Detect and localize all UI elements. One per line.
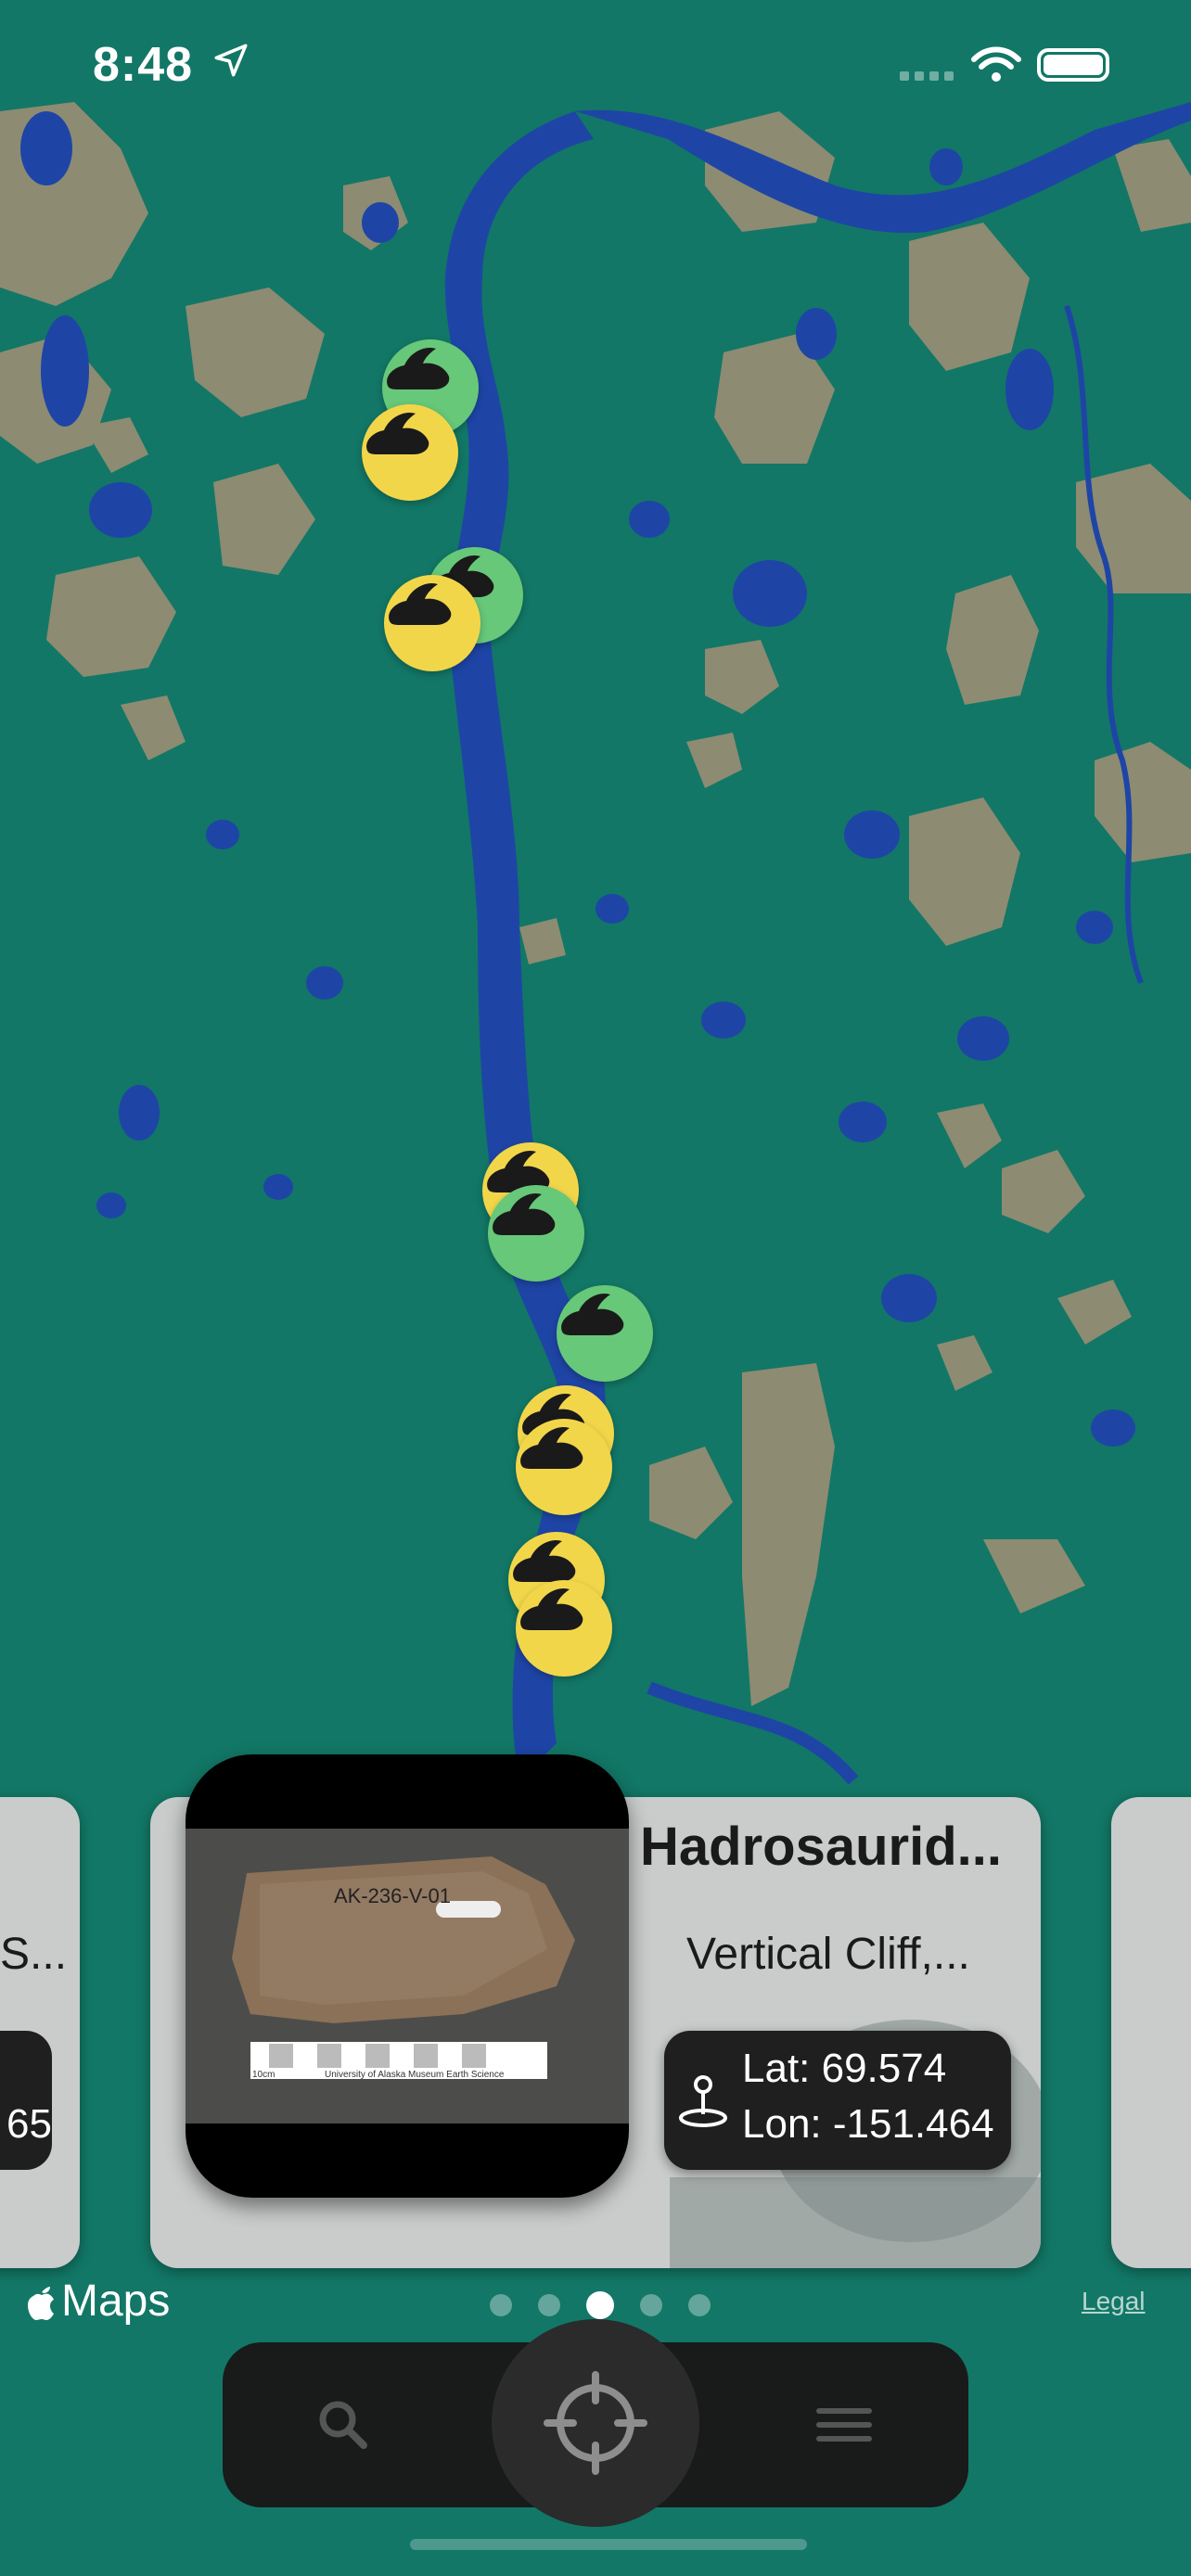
- menu-icon: [816, 2408, 872, 2442]
- specimen-marker[interactable]: [516, 1419, 612, 1515]
- rabbit-icon: [513, 1539, 576, 1582]
- previous-card-coordinates: 65: [0, 2031, 52, 2170]
- status-time: 8:48: [93, 38, 194, 92]
- status-bar: 8:48: [0, 0, 1191, 130]
- photo-label: AK-236-V-01: [334, 1884, 451, 1907]
- svg-text:University of Alaska Museum Ea: University of Alaska Museum Earth Scienc…: [325, 2070, 505, 2080]
- specimen-photo[interactable]: AK-236-V-01 10cm University of Alaska Mu…: [186, 1754, 629, 2198]
- locate-button[interactable]: [492, 2319, 699, 2527]
- specimen-card-next[interactable]: [1111, 1797, 1191, 2268]
- specimen-title: Hadrosaurid...: [640, 1817, 1002, 1877]
- battery-icon: [1037, 48, 1109, 82]
- svg-text:10cm: 10cm: [252, 2070, 275, 2080]
- search-icon: [319, 2401, 367, 2449]
- rabbit-icon: [387, 347, 450, 389]
- rabbit-icon: [561, 1293, 624, 1335]
- home-indicator: [410, 2539, 807, 2550]
- pager-dot[interactable]: [538, 2294, 560, 2316]
- menu-button[interactable]: [779, 2342, 909, 2507]
- maps-label: Maps: [61, 2276, 171, 2326]
- apple-icon: [28, 2286, 54, 2320]
- cellular-signal-icon: [900, 70, 955, 87]
- rabbit-icon: [389, 582, 452, 625]
- specimen-marker[interactable]: [557, 1285, 653, 1382]
- rabbit-icon: [366, 412, 429, 454]
- coordinates-badge: Lat: 69.574 Lon: -151.464: [664, 2031, 1011, 2170]
- rabbit-icon: [520, 1588, 583, 1630]
- fossil-image: AK-236-V-01 10cm University of Alaska Mu…: [232, 1856, 575, 2080]
- map-pin-icon: [677, 2072, 729, 2136]
- latitude-text: Lat: 69.574: [742, 2046, 947, 2091]
- rabbit-icon: [493, 1192, 556, 1235]
- specimen-marker[interactable]: [516, 1580, 612, 1677]
- pager-dot[interactable]: [688, 2294, 711, 2316]
- legal-link[interactable]: Legal: [1082, 2287, 1146, 2316]
- crosshair-icon: [544, 2371, 647, 2475]
- rabbit-icon: [520, 1426, 583, 1469]
- pager-dot[interactable]: [490, 2294, 512, 2316]
- longitude-text: Lon: -151.464: [742, 2101, 994, 2147]
- search-button[interactable]: [278, 2342, 408, 2507]
- specimen-location: Vertical Cliff,...: [686, 1930, 970, 1979]
- wifi-icon: [970, 46, 1022, 88]
- previous-card-title: S...: [0, 1930, 68, 1979]
- specimen-marker[interactable]: [488, 1185, 584, 1282]
- card-pager[interactable]: [490, 2291, 711, 2319]
- pager-dot[interactable]: [640, 2294, 662, 2316]
- specimen-marker[interactable]: [384, 575, 480, 671]
- apple-maps-logo: Maps: [26, 2276, 170, 2327]
- specimen-marker[interactable]: [362, 404, 458, 501]
- bottom-toolbar: [223, 2319, 968, 2527]
- pager-dot-active[interactable]: [586, 2291, 614, 2319]
- location-arrow-icon: [211, 41, 250, 84]
